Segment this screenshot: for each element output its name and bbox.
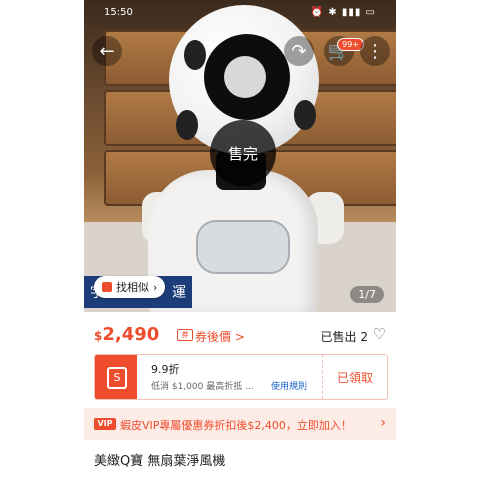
coupon-icon: 券	[177, 329, 193, 341]
vip-promo-text: 蝦皮VIP專屬優惠券折扣後$2,400，立即加入！	[120, 419, 352, 432]
chevron-right-icon: ›	[153, 280, 158, 294]
back-arrow-icon: ←	[99, 40, 115, 62]
voucher-icon-area: S	[95, 355, 137, 399]
more-button[interactable]: ⋮	[360, 36, 390, 66]
find-similar-button[interactable]: 找相似 ›	[94, 276, 166, 298]
back-button[interactable]: ←	[92, 36, 122, 66]
like-heart-icon[interactable]: ♡	[373, 325, 386, 343]
chevron-right-icon: ›	[380, 415, 386, 431]
voucher-discount: 9.9折	[151, 363, 180, 376]
product-title: 美緻Q寶 無扇葉淨風機	[94, 454, 226, 469]
price-amount: 2,490	[102, 324, 160, 345]
sold-out-overlay: 售完	[210, 120, 276, 186]
robot-head-hole	[294, 100, 316, 130]
status-bar: 15:50 ⏰ ✱ ▮▮▮ ▭	[84, 0, 396, 24]
more-dots-icon: ⋮	[366, 40, 384, 62]
product-page: 售完 15:50 ⏰ ✱ ▮▮▮ ▭ ← ↷ 🛒 99+ ⋮ 宇 運 找相似 ›…	[84, 0, 396, 480]
product-image-carousel[interactable]: 售完 15:50 ⏰ ✱ ▮▮▮ ▭ ← ↷ 🛒 99+ ⋮ 宇 運 找相似 ›…	[84, 0, 396, 312]
robot-control-panel	[196, 220, 290, 274]
price-row: $2,490 券 券後價 > 已售出 2 ♡	[84, 316, 396, 356]
share-button[interactable]: ↷	[284, 36, 314, 66]
status-icons: ⏰ ✱ ▮▮▮ ▭	[310, 7, 376, 18]
status-time: 15:50	[104, 7, 133, 18]
image-counter: 1/7	[350, 286, 384, 303]
voucher-claimed-button[interactable]: 已領取	[322, 355, 387, 399]
share-icon: ↷	[291, 40, 307, 62]
robot-head-hole	[176, 110, 198, 140]
vip-icon: VIP	[94, 418, 116, 430]
find-similar-icon	[102, 282, 112, 292]
shop-voucher: S 9.9折 低消 $1,000 最高折抵 ... 使用規則 已領取	[94, 354, 388, 400]
price: $2,490	[94, 324, 159, 345]
voucher-rules-link[interactable]: 使用規則	[271, 379, 307, 392]
find-similar-label: 找相似	[116, 281, 149, 294]
shopping-bag-icon: S	[107, 367, 127, 389]
robot-lens-inner	[224, 56, 266, 98]
robot-head-hole	[184, 40, 206, 70]
after-coupon-price-link[interactable]: 券後價 >	[195, 328, 245, 345]
voucher-description: 低消 $1,000 最高折抵 ...	[151, 382, 254, 392]
banner-right-text: 運	[172, 285, 186, 301]
sold-count: 已售出 2	[320, 330, 368, 344]
vip-promo-bar[interactable]: VIP 蝦皮VIP專屬優惠券折扣後$2,400，立即加入！ ›	[84, 408, 396, 440]
